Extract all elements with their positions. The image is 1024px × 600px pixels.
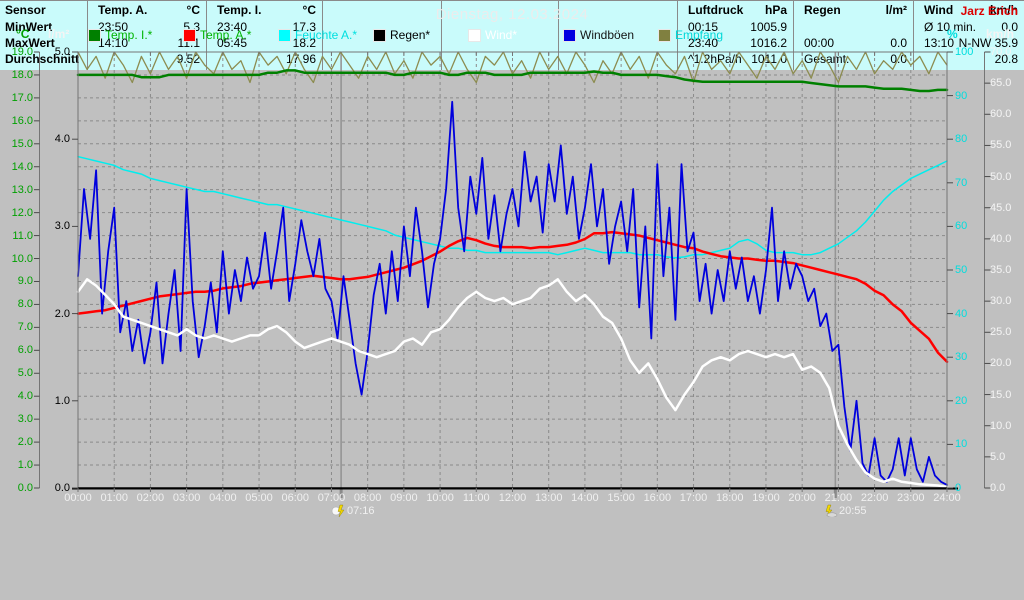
kmh-tick-label: 25.0 (990, 326, 1024, 338)
rain-tick-label: 1.0 (42, 395, 70, 407)
sunrise-time: 07:16 (347, 505, 375, 517)
kmh-tick-label: 70.0 (990, 46, 1024, 58)
weather-chart-screen: Dienstag, 12.03.2024 Jarz Erich °C l/m² … (0, 0, 1024, 600)
rain-tick-label: 2.0 (42, 308, 70, 320)
percent-tick-label: 10 (955, 438, 983, 450)
celsius-tick-label: 3.0 (3, 413, 33, 425)
kmh-tick-label: 45.0 (990, 202, 1024, 214)
celsius-tick-label: 17.0 (3, 92, 33, 104)
kmh-tick-label: 15.0 (990, 389, 1024, 401)
kmh-tick-label: 40.0 (990, 233, 1024, 245)
celsius-tick-label: 10.0 (3, 253, 33, 265)
celsius-tick-label: 6.0 (3, 344, 33, 356)
kmh-tick-label: 35.0 (990, 264, 1024, 276)
sunrise-icon (331, 504, 346, 517)
percent-tick-label: 20 (955, 395, 983, 407)
celsius-tick-label: 16.0 (3, 115, 33, 127)
celsius-tick-label: 4.0 (3, 390, 33, 402)
kmh-tick-label: 5.0 (990, 451, 1024, 463)
celsius-tick-label: 2.0 (3, 436, 33, 448)
celsius-tick-label: 14.0 (3, 161, 33, 173)
celsius-tick-label: 19.0 (3, 46, 33, 58)
celsius-tick-label: 1.0 (3, 459, 33, 471)
celsius-tick-label: 7.0 (3, 321, 33, 333)
percent-tick-label: 90 (955, 90, 983, 102)
percent-tick-label: 100 (955, 46, 983, 58)
percent-tick-label: 30 (955, 351, 983, 363)
kmh-tick-label: 20.0 (990, 357, 1024, 369)
kmh-tick-label: 30.0 (990, 295, 1024, 307)
sunset-time: 20:55 (839, 505, 867, 517)
kmh-tick-label: 60.0 (990, 108, 1024, 120)
celsius-tick-label: 12.0 (3, 207, 33, 219)
kmh-tick-label: 10.0 (990, 420, 1024, 432)
percent-tick-label: 70 (955, 177, 983, 189)
celsius-tick-label: 13.0 (3, 184, 33, 196)
chart-plot (0, 0, 1024, 600)
percent-tick-label: 40 (955, 308, 983, 320)
time-tick-label: 24:00 (925, 492, 969, 504)
celsius-tick-label: 18.0 (3, 69, 33, 81)
kmh-tick-label: 55.0 (990, 139, 1024, 151)
rain-tick-label: 3.0 (42, 220, 70, 232)
celsius-tick-label: 9.0 (3, 275, 33, 287)
percent-tick-label: 80 (955, 133, 983, 145)
kmh-tick-label: 50.0 (990, 171, 1024, 183)
percent-tick-label: 60 (955, 220, 983, 232)
celsius-tick-label: 15.0 (3, 138, 33, 150)
sunset-icon (823, 504, 838, 517)
celsius-tick-label: 8.0 (3, 298, 33, 310)
series-feuchtea (78, 157, 947, 258)
rain-tick-label: 5.0 (42, 46, 70, 58)
celsius-tick-label: 11.0 (3, 230, 33, 242)
kmh-tick-label: 65.0 (990, 77, 1024, 89)
celsius-tick-label: 5.0 (3, 367, 33, 379)
celsius-tick-label: 0.0 (3, 482, 33, 494)
kmh-tick-label: 0.0 (990, 482, 1024, 494)
rain-tick-label: 4.0 (42, 133, 70, 145)
percent-tick-label: 50 (955, 264, 983, 276)
